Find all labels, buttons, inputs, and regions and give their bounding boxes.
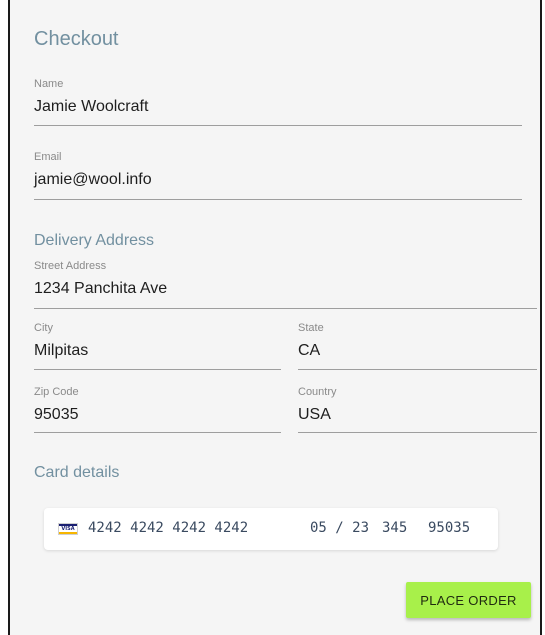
page-title: Checkout bbox=[34, 28, 119, 50]
country-field[interactable]: Country USA bbox=[298, 386, 537, 433]
street-address-underline bbox=[34, 308, 537, 309]
city-field[interactable]: City Milpitas bbox=[34, 322, 281, 370]
city-value[interactable]: Milpitas bbox=[34, 342, 88, 360]
name-label: Name bbox=[34, 78, 64, 90]
state-field[interactable]: State CA bbox=[298, 322, 537, 370]
name-field[interactable]: Name Jamie Woolcraft bbox=[34, 78, 522, 126]
email-underline bbox=[34, 199, 522, 200]
name-underline bbox=[34, 125, 522, 126]
email-label: Email bbox=[34, 151, 62, 163]
card-expiry[interactable]: 05 / 23 bbox=[310, 520, 369, 536]
street-address-label: Street Address bbox=[34, 260, 107, 272]
checkout-panel: Checkout Name Jamie Woolcraft Email jami… bbox=[8, 0, 542, 635]
country-underline bbox=[298, 432, 537, 433]
city-underline bbox=[34, 369, 281, 370]
zip-code-field[interactable]: Zip Code 95035 bbox=[34, 386, 281, 433]
state-label: State bbox=[298, 322, 324, 334]
email-field[interactable]: Email jamie@wool.info bbox=[34, 151, 522, 200]
card-number[interactable]: 4242 4242 4242 4242 bbox=[88, 520, 248, 536]
street-address-field[interactable]: Street Address 1234 Panchita Ave bbox=[34, 260, 537, 309]
card-postal-code[interactable]: 95035 bbox=[428, 520, 470, 536]
city-label: City bbox=[34, 322, 53, 334]
state-underline bbox=[298, 369, 537, 370]
zip-code-value[interactable]: 95035 bbox=[34, 406, 79, 424]
delivery-address-heading: Delivery Address bbox=[34, 232, 155, 249]
name-value[interactable]: Jamie Woolcraft bbox=[34, 98, 148, 116]
card-input[interactable]: VISA 4242 4242 4242 4242 05 / 23 345 950… bbox=[44, 508, 498, 550]
state-value[interactable]: CA bbox=[298, 342, 320, 360]
country-label: Country bbox=[298, 386, 337, 398]
email-value[interactable]: jamie@wool.info bbox=[34, 171, 152, 189]
visa-card-icon: VISA bbox=[58, 523, 78, 535]
card-cvc[interactable]: 345 bbox=[382, 520, 407, 536]
zip-code-label: Zip Code bbox=[34, 386, 79, 398]
country-value[interactable]: USA bbox=[298, 406, 331, 424]
place-order-button[interactable]: PLACE ORDER bbox=[406, 582, 531, 618]
zip-code-underline bbox=[34, 432, 281, 433]
street-address-value[interactable]: 1234 Panchita Ave bbox=[34, 280, 167, 298]
card-details-heading: Card details bbox=[34, 464, 120, 481]
